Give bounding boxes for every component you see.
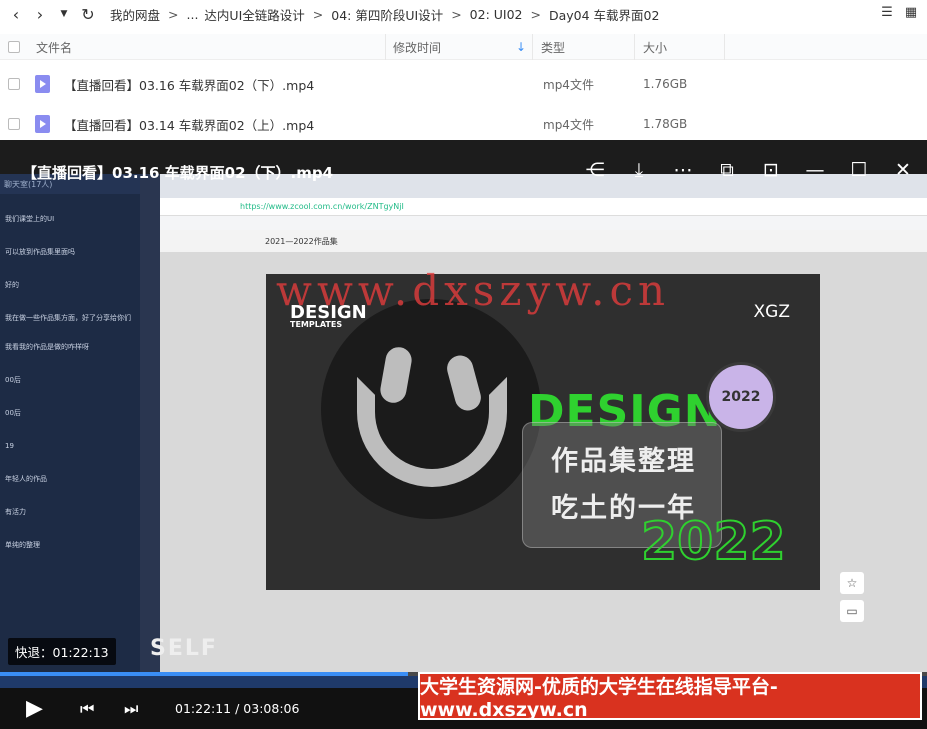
file-name: 【直播回看】03.16 车载界面02（下）.mp4 — [64, 77, 315, 93]
art-bottom-text: SELF — [150, 636, 218, 661]
previous-icon[interactable]: ⏮ — [80, 699, 94, 719]
chat-line: 好的 — [5, 281, 19, 289]
minimize-icon[interactable]: — — [803, 158, 827, 182]
sort-down-icon: ↓ — [515, 40, 526, 54]
comment-icon: ▭ — [840, 600, 864, 622]
refresh-icon[interactable]: ↻ — [76, 0, 100, 28]
select-all-checkbox[interactable] — [8, 41, 20, 53]
video-url: https://www.zcool.com.cn/work/ZNTgyNjI — [160, 198, 927, 216]
art-subtitle: TEMPLATES — [290, 320, 343, 329]
row-checkbox[interactable] — [8, 118, 20, 130]
chevron-right-icon: > — [530, 6, 541, 22]
column-size[interactable]: 大小 — [635, 34, 725, 60]
chat-line: 00后 — [5, 409, 21, 417]
sort-list-icon[interactable]: ☰ — [879, 4, 895, 20]
art-brand: XGZ — [753, 302, 790, 322]
chat-line: 我们课堂上的UI — [5, 215, 55, 223]
back-icon[interactable]: ‹ — [4, 0, 28, 28]
file-list-header: 文件名 修改时间 ↓ 类型 大小 — [0, 34, 927, 60]
screenshot-icon[interactable]: ⧉ — [715, 158, 739, 182]
column-name-label: 文件名 — [36, 40, 73, 55]
column-name[interactable]: 文件名 — [28, 34, 386, 60]
video-chat-lines: 我们课堂上的UI 可以放到作品集里面吗 好的 我在做一些作品集方面，好了分享给你… — [0, 212, 140, 553]
breadcrumb-item[interactable]: Day04 车载界面02 — [549, 5, 659, 24]
breadcrumb: 我的网盘 > ... 达内UI全链路设计 > 04: 第四阶段UI设计 > 02… — [110, 5, 659, 24]
chat-line: 我在做一些作品集方面，好了分享给你们 — [5, 314, 131, 322]
row-checkbox[interactable] — [8, 78, 20, 90]
art-year: 2022 — [640, 511, 787, 573]
file-type: mp4文件 — [543, 77, 594, 92]
history-dropdown-icon[interactable]: ▼ — [52, 0, 76, 28]
column-size-label: 大小 — [643, 40, 668, 55]
video-file-icon — [35, 115, 50, 133]
address-bar: ‹ › ▼ ↻ 我的网盘 > ... 达内UI全链路设计 > 04: 第四阶段U… — [0, 0, 927, 28]
video-title: 【直播回看】03.16 车载界面02（下）.mp4 — [22, 164, 334, 182]
chevron-right-icon: > — [168, 6, 179, 22]
download-icon[interactable]: ⤓ — [627, 158, 651, 182]
next-icon[interactable]: ⏭ — [124, 699, 138, 719]
chat-line: 我看我的作品是做的咋样呀 — [5, 343, 89, 351]
portfolio-artwork: DESIGN TEMPLATES XGZ DESIGN 2022 作品集整理 吃… — [266, 274, 820, 590]
video-player[interactable]: 聊天室(17人) 我们课堂上的UI 可以放到作品集里面吗 好的 我在做一些作品集… — [0, 140, 927, 729]
chat-line: 00后 — [5, 376, 21, 384]
chevron-right-icon: > — [312, 6, 324, 22]
breadcrumb-item[interactable]: 达内UI全链路设计 — [204, 5, 304, 24]
more-icon[interactable]: ⋯ — [671, 158, 695, 182]
column-type[interactable]: 类型 — [533, 34, 635, 60]
play-icon[interactable]: ▶ — [26, 696, 43, 721]
art-line1: 作品集整理 — [551, 446, 696, 477]
pin-icon[interactable]: ⊡ — [759, 158, 783, 182]
watermark: www.dxszyw.cn — [276, 266, 671, 315]
video-chat-panel: 聊天室(17人) 我们课堂上的UI 可以放到作品集里面吗 好的 我在做一些作品集… — [0, 174, 140, 684]
file-type: mp4文件 — [543, 117, 594, 132]
breadcrumb-item[interactable]: ... — [187, 7, 199, 22]
chat-line: 19 — [5, 442, 14, 450]
file-size: 1.76GB — [643, 77, 688, 91]
video-frame: 聊天室(17人) 我们课堂上的UI 可以放到作品集里面吗 好的 我在做一些作品集… — [0, 174, 927, 684]
video-side-toolbar — [140, 174, 160, 684]
video-page-side-buttons: ☆ ▭ — [840, 572, 864, 628]
chevron-right-icon: > — [451, 6, 462, 22]
breadcrumb-item[interactable]: 我的网盘 — [110, 5, 160, 24]
view-toggle-icon[interactable]: ▦ — [903, 4, 919, 20]
file-name: 【直播回看】03.14 车载界面02（上）.mp4 — [64, 117, 315, 133]
video-page-header: 2021—2022作品集 — [160, 230, 927, 252]
chat-line: 有活力 — [5, 508, 26, 516]
column-modified[interactable]: 修改时间 ↓ — [385, 34, 533, 60]
share-icon[interactable]: ⋲ — [583, 158, 607, 182]
breadcrumb-item[interactable]: 04: 第四阶段UI设计 — [331, 5, 443, 24]
star-icon: ☆ — [840, 572, 864, 594]
smiley-mouth — [357, 377, 507, 487]
file-row[interactable]: 【直播回看】03.16 车载界面02（下）.mp4 mp4文件 1.76GB — [0, 64, 927, 104]
art-badge: 2022 — [706, 362, 776, 432]
forward-icon[interactable]: › — [28, 0, 52, 28]
seek-tooltip: 快退：01:22:13 — [8, 638, 116, 665]
video-bookmarks — [160, 216, 927, 230]
column-modified-label: 修改时间 — [393, 40, 442, 55]
chat-line: 单纯的整理 — [5, 541, 40, 549]
chat-line: 年轻人的作品 — [5, 475, 47, 483]
column-type-label: 类型 — [541, 40, 566, 55]
playback-time: 01:22:11 / 03:08:06 — [175, 701, 300, 716]
maximize-icon[interactable]: ☐ — [847, 158, 871, 182]
breadcrumb-item[interactable]: 02: UI02 — [470, 7, 523, 22]
video-file-icon — [35, 75, 50, 93]
chat-line: 可以放到作品集里面吗 — [5, 248, 75, 256]
smiley-face-graphic — [321, 299, 541, 519]
video-browser: https://www.zcool.com.cn/work/ZNTgyNjI 2… — [160, 174, 927, 684]
close-icon[interactable]: ✕ — [891, 158, 915, 182]
file-row[interactable]: 【直播回看】03.14 车载界面02（上）.mp4 mp4文件 1.78GB — [0, 104, 927, 144]
file-size: 1.78GB — [643, 117, 688, 131]
player-toolbar: ⋲ ⤓ ⋯ ⧉ ⊡ — ☐ ✕ — [583, 158, 915, 182]
ad-banner: 大学生资源网-优质的大学生在线指导平台-www.dxszyw.cn — [418, 672, 922, 721]
